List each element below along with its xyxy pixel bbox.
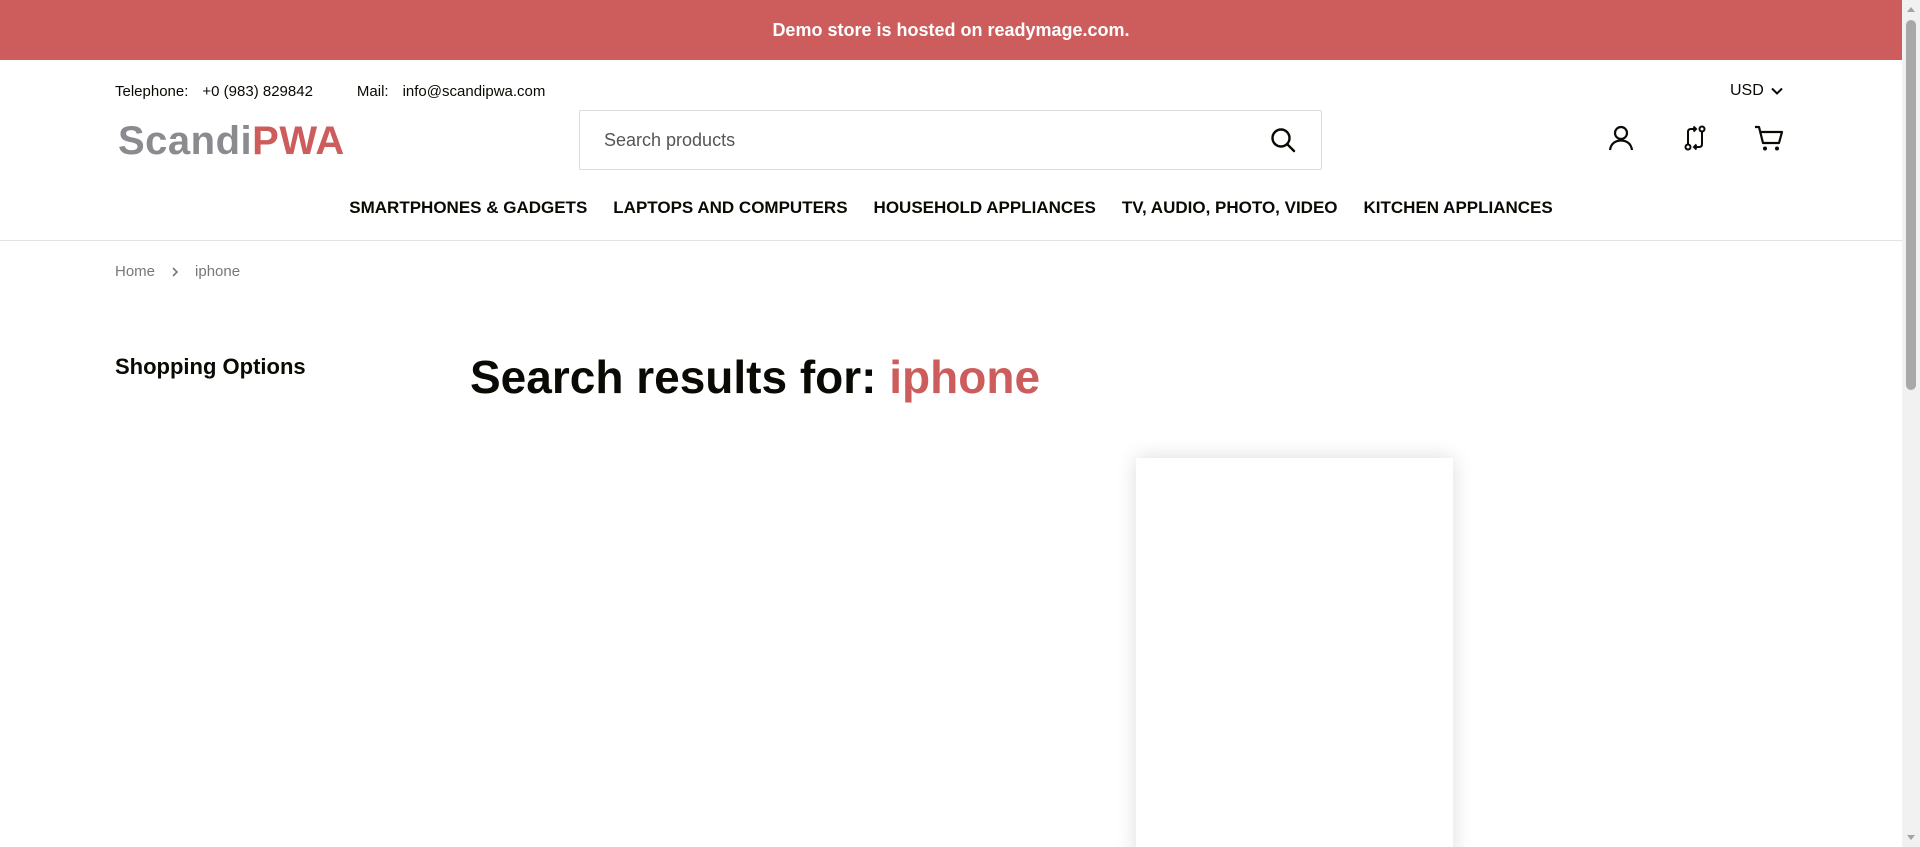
page-scrollbar[interactable] (1902, 0, 1920, 847)
header-icons (1605, 122, 1785, 154)
mail-link[interactable]: info@scandipwa.com (403, 83, 546, 100)
chevron-right-icon (172, 266, 179, 277)
cart-icon (1755, 125, 1784, 151)
search-input[interactable] (604, 129, 1269, 151)
account-icon (1608, 125, 1634, 151)
search-box (579, 110, 1322, 170)
scrollbar-thumb[interactable] (1906, 20, 1916, 390)
scroll-up-arrow-icon[interactable] (1902, 0, 1920, 18)
compare-button[interactable] (1679, 122, 1711, 154)
demo-banner: Demo store is hosted on readymage.com. (0, 0, 1902, 60)
search-icon[interactable] (1269, 126, 1297, 154)
demo-banner-text: Demo store is hosted on readymage.com. (772, 19, 1130, 40)
currency-value: USD (1730, 82, 1764, 99)
breadcrumb-home[interactable]: Home (115, 263, 155, 280)
logo-part-pwa: PWA (252, 118, 345, 163)
page-title: Search results for: iphone (470, 350, 1040, 404)
nav-item-smartphones-gadgets[interactable]: Smartphones & Gadgets (349, 198, 587, 218)
product-card-placeholder[interactable] (1136, 458, 1453, 847)
breadcrumb-current: iphone (195, 263, 241, 280)
logo-part-scandi: Scandi (118, 118, 253, 163)
mail-label: Mail: (356, 82, 389, 100)
nav-item-household-appliances[interactable]: Household appliances (874, 198, 1096, 218)
site-logo[interactable]: Scandi PWA (118, 118, 345, 164)
account-button[interactable] (1605, 122, 1637, 154)
telephone-label: Telephone: (115, 82, 189, 100)
chevron-down-icon (1771, 87, 1783, 95)
nav-item-tv-audio-photo-video[interactable]: TV, audio, photo, video (1122, 198, 1338, 218)
search-results-prefix: Search results for: (470, 351, 877, 403)
cart-button[interactable] (1753, 122, 1785, 154)
search-term: iphone (889, 351, 1041, 403)
shopping-options-title: Shopping Options (115, 354, 306, 379)
compare-icon (1684, 125, 1706, 151)
currency-selector[interactable]: USD (1730, 80, 1784, 102)
nav-item-laptops-computers[interactable]: Laptops and computers (613, 198, 847, 218)
main-nav: Smartphones & Gadgets Laptops and comput… (0, 198, 1902, 218)
nav-item-kitchen-appliances[interactable]: Kitchen appliances (1364, 198, 1553, 218)
header-divider (0, 240, 1902, 241)
telephone-link[interactable]: +0 (983) 829842 (202, 83, 313, 100)
contact-bar: Telephone: +0 (983) 829842 Mail: info@sc… (115, 80, 545, 102)
scroll-down-arrow-icon[interactable] (1902, 829, 1920, 847)
breadcrumb: Home iphone (115, 263, 240, 280)
